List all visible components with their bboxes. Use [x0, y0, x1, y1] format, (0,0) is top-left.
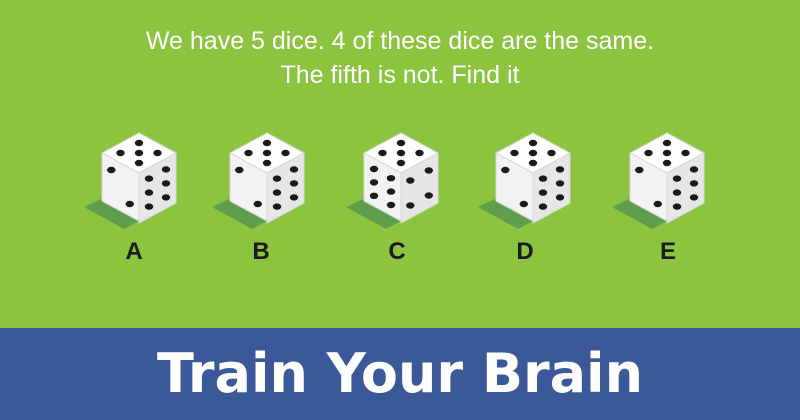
die-right-face-pip	[272, 203, 282, 210]
die-top-face-pip	[528, 139, 538, 147]
die-right-face-pip	[538, 189, 548, 196]
die-right-face-pip	[555, 180, 565, 187]
die-left-face-pip	[235, 166, 244, 174]
brand-banner: Train Your Brain	[0, 328, 800, 420]
die-top-face-pip	[415, 149, 424, 157]
die-c-graphic	[346, 132, 439, 229]
die-top-face-pip	[644, 149, 653, 157]
die-label-b: B	[252, 238, 270, 265]
die-right-face-pip	[555, 194, 565, 201]
die-top-face-pip	[244, 149, 253, 157]
die-left-face-pip	[386, 201, 396, 209]
die-top-face-pip	[378, 149, 387, 157]
die-label-e: E	[659, 238, 676, 265]
die-top-face-pip	[262, 159, 272, 167]
die-right-face-pip	[555, 166, 565, 173]
die-right-face-pip	[144, 203, 154, 210]
die-top-face-pip	[396, 139, 406, 147]
die-top-face-pip	[262, 139, 272, 147]
die-left-face-pip	[125, 200, 134, 208]
die-top-face-pip	[528, 149, 538, 157]
die-top-face-pip	[662, 159, 672, 167]
die-right-face-pip	[689, 194, 699, 201]
die-right-face-pip	[406, 202, 415, 209]
die-top-face-pip	[262, 149, 272, 157]
die-b[interactable]	[212, 125, 322, 230]
die-right-face-pip	[689, 166, 699, 173]
die-top-face-pip	[547, 149, 556, 157]
die-left-face-pip	[369, 179, 379, 186]
die-top-face-pip	[662, 149, 672, 157]
die-right-face-pip	[672, 175, 682, 182]
die-left-face-pip	[519, 200, 528, 208]
die-right-face-pip	[161, 194, 171, 201]
die-left-face-pip	[653, 200, 662, 208]
die-d[interactable]	[478, 125, 588, 230]
die-c[interactable]	[346, 125, 456, 230]
die-right-face-pip	[538, 175, 548, 182]
dice-row: A B C D E	[0, 0, 800, 328]
die-right-face-pip	[289, 166, 299, 173]
die-top-face-pip	[396, 149, 406, 157]
die-left-face-pip	[635, 166, 644, 174]
die-right-face-pip	[161, 180, 171, 187]
die-e[interactable]	[612, 125, 722, 230]
die-top-face-pip	[153, 149, 162, 157]
die-left-face-pip	[369, 165, 379, 173]
die-left-face-pip	[107, 166, 116, 174]
die-left-face-pip	[253, 200, 262, 208]
die-top-face-pip	[396, 159, 406, 167]
die-d-graphic	[478, 132, 571, 229]
die-top-face-pip	[662, 139, 672, 147]
die-right-face-pip	[672, 189, 682, 196]
die-right-face-pip	[144, 189, 154, 196]
die-right-face-pip	[272, 175, 282, 182]
die-top-face-pip	[134, 139, 144, 147]
die-right-face-pip	[289, 180, 299, 187]
die-top-face-pip	[528, 159, 538, 167]
die-label-a: A	[125, 238, 143, 265]
die-right-face-pip	[538, 203, 548, 210]
die-top-face-pip	[281, 149, 290, 157]
die-label-d: D	[516, 238, 534, 265]
die-right-face-pip	[144, 175, 154, 182]
die-left-face-pip	[386, 188, 396, 195]
banner-title: Train Your Brain	[156, 342, 644, 405]
die-left-face-pip	[386, 175, 396, 182]
die-left-face-pip	[501, 166, 510, 174]
die-right-face-pip	[161, 166, 171, 173]
puzzle-area: We have 5 dice. 4 of these dice are the …	[0, 0, 800, 328]
die-right-face-pip	[406, 177, 415, 184]
die-right-face-pip	[672, 203, 682, 210]
die-top-face-pip	[134, 149, 144, 157]
die-right-face-pip	[424, 192, 433, 199]
die-top-face-pip	[681, 149, 690, 157]
die-label-c: C	[388, 238, 406, 265]
die-top-face-pip	[134, 159, 144, 167]
die-right-face-pip	[272, 189, 282, 196]
die-right-face-pip	[424, 167, 433, 174]
die-a-graphic	[84, 132, 177, 229]
die-right-face-pip	[689, 180, 699, 187]
die-top-face-pip	[510, 149, 519, 157]
die-left-face-pip	[369, 192, 379, 199]
die-a[interactable]	[84, 125, 194, 230]
die-right-face-pip	[289, 194, 299, 201]
die-b-graphic	[212, 132, 305, 229]
die-top-face-pip	[116, 149, 125, 157]
die-e-graphic	[612, 132, 705, 229]
